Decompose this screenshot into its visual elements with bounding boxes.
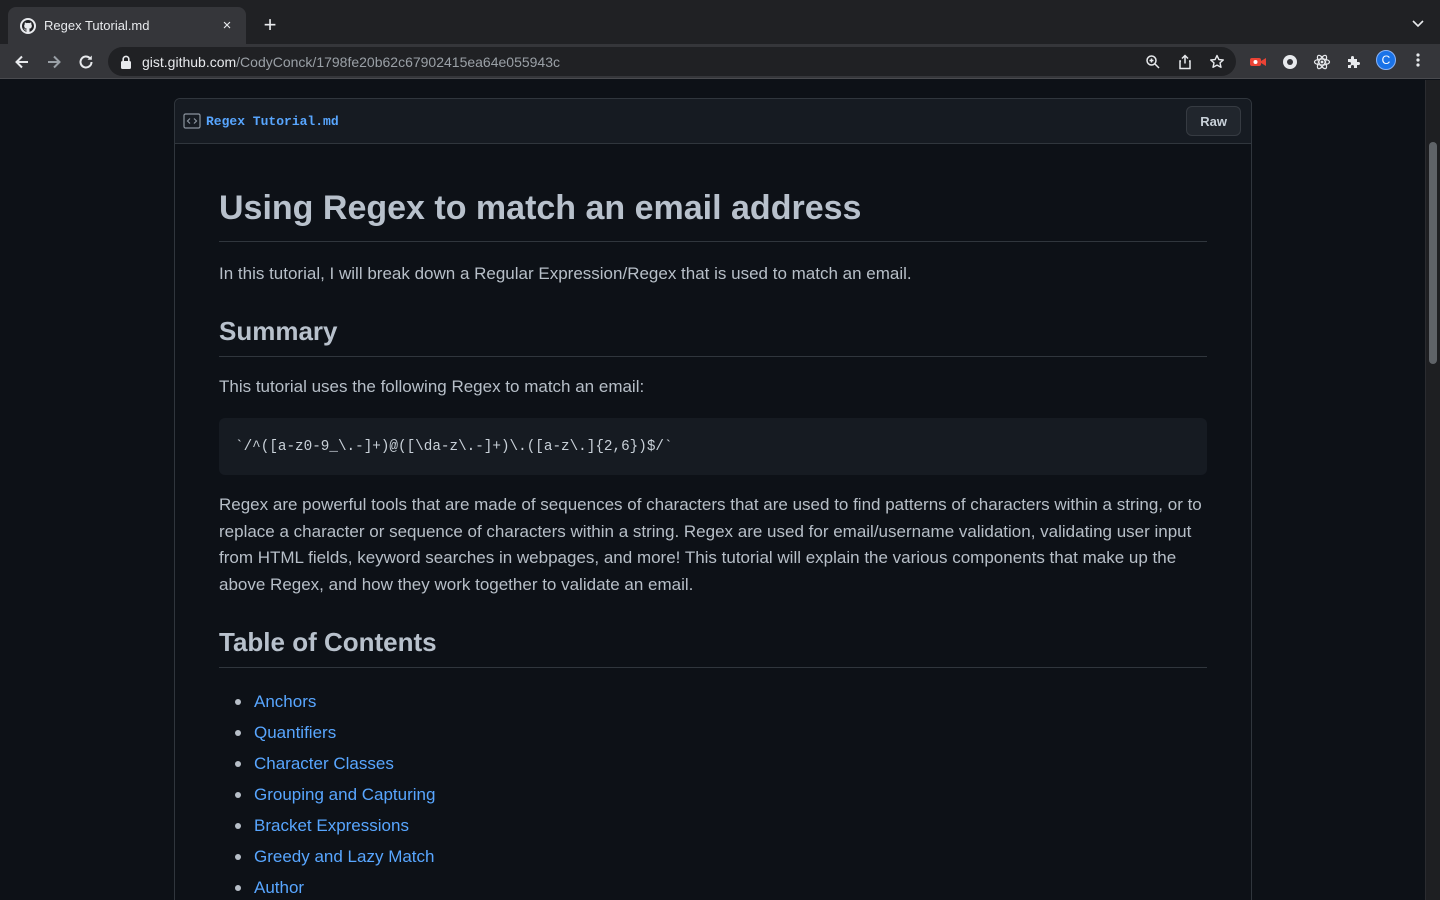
regex-code-block: `/^([a-z0-9_\.-]+)@([\da-z\.-]+)\.([a-z\… [219, 418, 1207, 476]
toc-item-bracket-expressions: Bracket Expressions [235, 810, 1207, 841]
bullet [235, 730, 241, 737]
markdown-body: Using Regex to match an email address In… [175, 144, 1251, 900]
toc-heading: Table of Contents [219, 626, 1207, 668]
file-name-link[interactable]: Regex Tutorial.md [206, 114, 339, 129]
bullet [235, 791, 241, 798]
extensions-puzzle-icon[interactable] [1344, 52, 1364, 72]
more-menu-icon[interactable] [1410, 52, 1426, 68]
page-viewport: Regex Tutorial.md Raw Using Regex to mat… [0, 80, 1425, 900]
page-title: Using Regex to match an email address [219, 188, 1207, 242]
toc-link-bracket-expressions[interactable]: Bracket Expressions [254, 816, 409, 836]
description-paragraph: Regex are powerful tools that are made o… [219, 495, 1202, 594]
code-file-icon [183, 113, 201, 129]
page-scrollbar[interactable] [1425, 80, 1440, 900]
toc-item-character-classes: Character Classes [235, 749, 1207, 780]
new-tab-button[interactable]: + [258, 13, 282, 37]
react-devtools-icon[interactable] [1312, 52, 1332, 72]
browser-toolbar: gist.github.com/CodyConck/1798fe20b62c67… [0, 44, 1440, 79]
raw-button[interactable]: Raw [1186, 106, 1241, 136]
toc-item-greedy-lazy: Greedy and Lazy Match [235, 841, 1207, 872]
summary-heading: Summary [219, 315, 1207, 357]
toc-link-greedy-lazy[interactable]: Greedy and Lazy Match [254, 847, 434, 867]
bullet [235, 822, 241, 829]
toc-link-character-classes[interactable]: Character Classes [254, 754, 394, 774]
toc-link-grouping[interactable]: Grouping and Capturing [254, 785, 435, 805]
reload-button[interactable] [74, 50, 98, 74]
tab-title: Regex Tutorial.md [44, 18, 150, 33]
toc-link-author[interactable]: Author [254, 878, 304, 898]
toc-item-anchors: Anchors [235, 687, 1207, 718]
profile-avatar[interactable]: C [1376, 50, 1396, 70]
bullet [235, 761, 241, 768]
address-bar[interactable]: gist.github.com/CodyConck/1798fe20b62c67… [108, 47, 1236, 76]
toc-item-quantifiers: Quantifiers [235, 718, 1207, 749]
gist-file: Regex Tutorial.md Raw Using Regex to mat… [174, 98, 1252, 900]
url-text[interactable]: gist.github.com/CodyConck/1798fe20b62c67… [142, 54, 560, 70]
screen-recorder-extension-icon[interactable] [1248, 52, 1268, 72]
share-icon[interactable] [1177, 54, 1193, 70]
browser-tabstrip: Regex Tutorial.md × + [0, 0, 1440, 44]
back-button[interactable] [10, 50, 34, 74]
toc-link-quantifiers[interactable]: Quantifiers [254, 723, 336, 743]
bullet [235, 853, 241, 860]
scrollbar-thumb[interactable] [1429, 142, 1437, 364]
lock-icon[interactable] [120, 55, 132, 69]
toc-item-author: Author [235, 872, 1207, 900]
zoom-icon[interactable] [1145, 54, 1161, 70]
bullet [235, 884, 241, 891]
github-icon [20, 17, 36, 34]
toc-item-grouping: Grouping and Capturing [235, 779, 1207, 810]
bullet [235, 699, 241, 706]
toc-link-anchors[interactable]: Anchors [254, 692, 316, 712]
forward-button[interactable] [42, 50, 66, 74]
bookmark-star-icon[interactable] [1209, 54, 1225, 70]
summary-paragraph: This tutorial uses the following Regex t… [219, 376, 645, 396]
toc-list: Anchors Quantifiers Character Classes Gr… [219, 687, 1207, 900]
tab-close-icon[interactable]: × [218, 17, 236, 35]
tab-search-chevron-icon[interactable] [1410, 15, 1426, 31]
reload-icon [79, 55, 93, 69]
browser-tab[interactable]: Regex Tutorial.md × [8, 7, 246, 44]
arrow-right-icon [48, 55, 61, 69]
file-header: Regex Tutorial.md Raw [175, 99, 1251, 144]
extension-circle-icon[interactable] [1280, 52, 1300, 72]
intro-paragraph: In this tutorial, I will break down a Re… [219, 263, 912, 283]
arrow-left-icon [15, 55, 28, 69]
